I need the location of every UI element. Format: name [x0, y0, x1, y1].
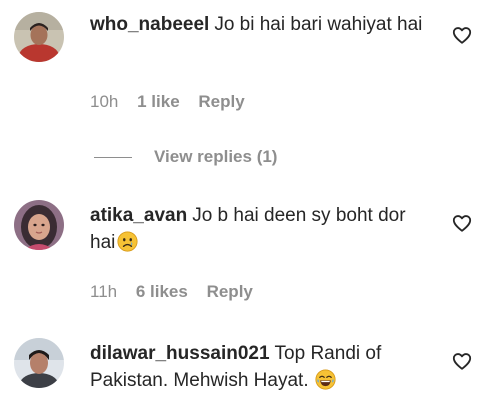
avatar[interactable]: [14, 338, 64, 388]
view-replies-button[interactable]: View replies (1): [94, 147, 277, 167]
comment-likes[interactable]: 6 likes: [136, 282, 188, 301]
reply-button[interactable]: Reply: [207, 282, 253, 301]
comment-time: 10h: [90, 92, 119, 111]
comment-time: 11h: [90, 282, 118, 301]
comment-message: Jo bi hai bari wahiyat hai: [214, 14, 423, 35]
comment-likes[interactable]: 1 like: [137, 92, 180, 111]
comment-text: dilawar_hussain021 Top Randi of Pakistan.…: [90, 340, 435, 394]
sad-face-emoji-icon: [117, 231, 138, 252]
avatar[interactable]: [14, 12, 64, 62]
comment-username[interactable]: who_nabeeel: [90, 14, 209, 35]
comment-username[interactable]: atika_avan: [90, 205, 187, 226]
laughing-face-emoji-icon: [315, 369, 336, 390]
comment-text: atika_avan Jo b hai deen sy boht dor hai: [90, 202, 435, 256]
heart-outline-icon[interactable]: [452, 214, 472, 232]
heart-outline-icon[interactable]: [452, 26, 472, 44]
comment-username[interactable]: dilawar_hussain021: [90, 343, 270, 364]
view-replies-label[interactable]: View replies (1): [154, 147, 277, 167]
reply-button[interactable]: Reply: [198, 92, 244, 111]
avatar[interactable]: [14, 200, 64, 250]
view-replies-divider: [94, 156, 132, 158]
comment-meta: 11h 6 likes Reply: [90, 282, 267, 302]
comment-meta: 10h 1 like Reply: [90, 92, 259, 112]
heart-outline-icon[interactable]: [452, 352, 472, 370]
comment-text: who_nabeeel Jo bi hai bari wahiyat hai: [90, 11, 435, 38]
